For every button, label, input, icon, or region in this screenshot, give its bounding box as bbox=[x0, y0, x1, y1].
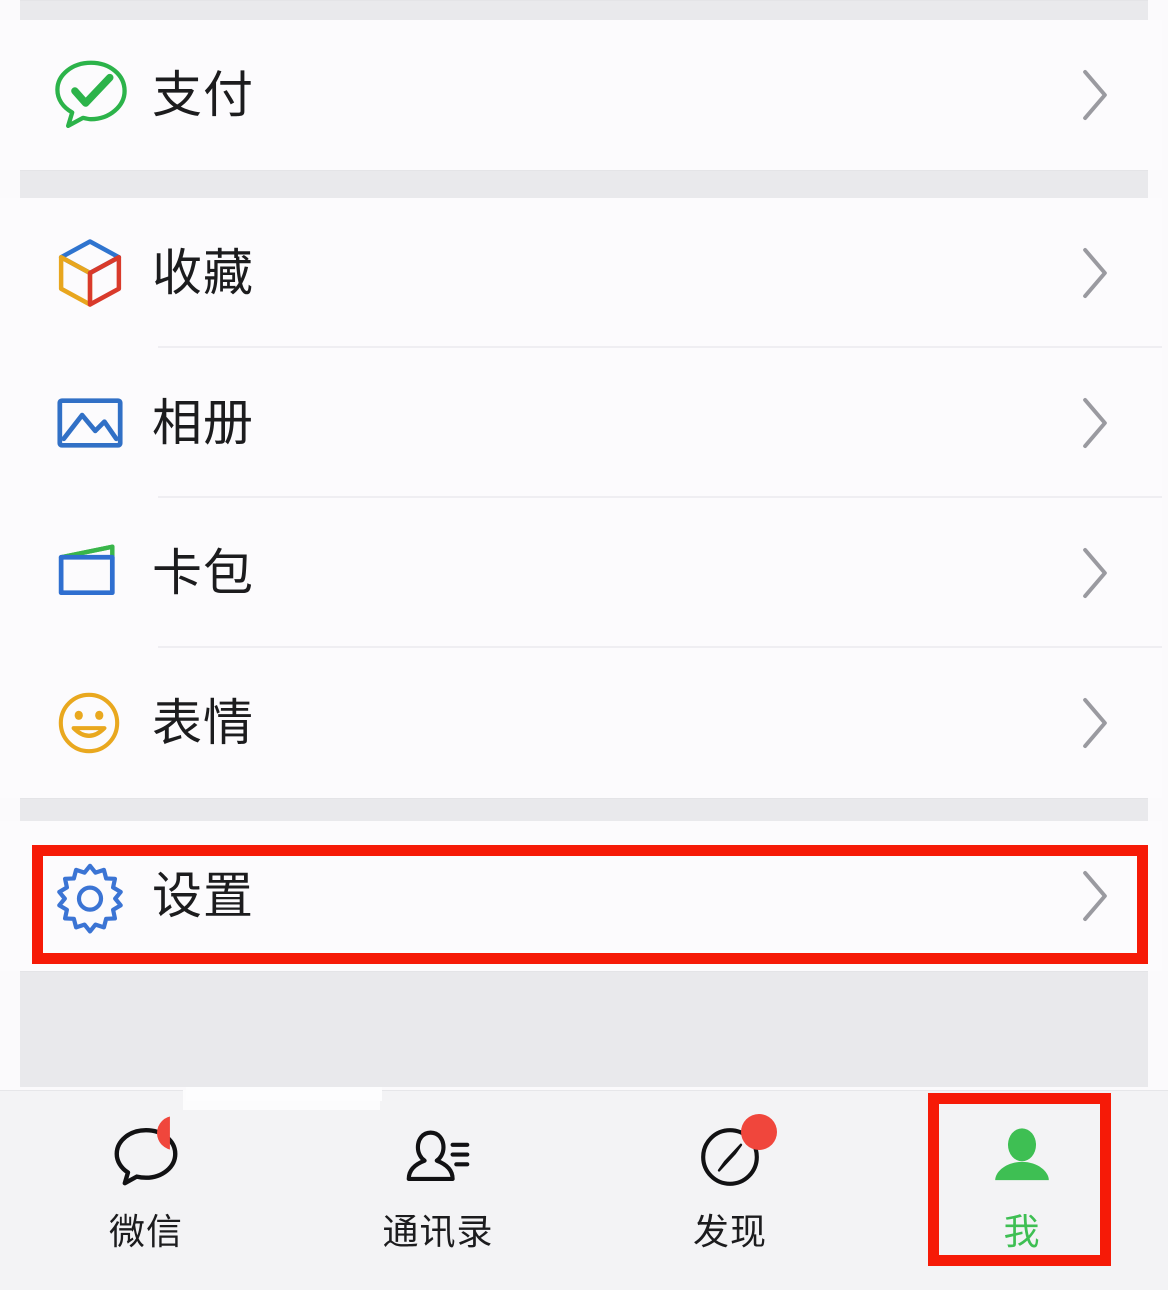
tab-label: 我 bbox=[1003, 1211, 1041, 1252]
tab-chats[interactable]: 微信 bbox=[0, 1091, 292, 1263]
chevron-right-icon bbox=[1050, 245, 1140, 301]
compass-icon bbox=[691, 1114, 777, 1200]
person-icon bbox=[983, 1114, 1061, 1200]
new-content-badge bbox=[741, 1114, 777, 1150]
chevron-right-icon bbox=[1050, 868, 1140, 924]
list-item-stickers[interactable]: 表情 bbox=[0, 648, 1168, 798]
contacts-icon bbox=[399, 1114, 477, 1200]
settings-section: 设置 bbox=[0, 821, 1168, 971]
screen-right-edge bbox=[1162, 0, 1168, 1090]
tab-label: 微信 bbox=[108, 1211, 183, 1252]
tab-label: 通讯录 bbox=[382, 1211, 494, 1252]
tab-label: 发现 bbox=[692, 1211, 767, 1252]
list-item-label: 收藏 bbox=[152, 245, 254, 301]
section-gap-services bbox=[20, 170, 1148, 198]
overlay-panel-artifact-2 bbox=[186, 1087, 382, 1101]
list-item-label: 卡包 bbox=[152, 545, 254, 601]
list-item-settings[interactable]: 设置 bbox=[0, 821, 1168, 971]
services-section: 收藏 相册 卡包 表情 bbox=[0, 198, 1168, 798]
list-item-label: 设置 bbox=[152, 868, 254, 924]
list-item-label: 相册 bbox=[152, 395, 254, 451]
favorites-cube-icon bbox=[48, 225, 152, 321]
section-gap-settings bbox=[20, 798, 1148, 821]
chat-bubble-icon bbox=[107, 1114, 185, 1200]
cards-wallet-icon bbox=[48, 525, 152, 621]
list-item-favorites[interactable]: 收藏 bbox=[0, 198, 1168, 348]
tab-discover[interactable]: 发现 bbox=[584, 1091, 876, 1263]
list-item-label: 表情 bbox=[152, 695, 254, 751]
tab-contacts[interactable]: 通讯录 bbox=[292, 1091, 584, 1263]
list-bottom-filler bbox=[20, 971, 1148, 1087]
pay-section: 支付 bbox=[0, 20, 1168, 170]
list-item-album[interactable]: 相册 bbox=[0, 348, 1168, 498]
settings-gear-icon bbox=[48, 848, 152, 944]
bottom-tab-bar: 微信 通讯录 发现 我 bbox=[0, 1090, 1168, 1290]
list-item-label: 支付 bbox=[152, 67, 254, 123]
wechat-me-screen: 支付 收藏 相册 卡包 表情 设置 微信 通讯录 发现 我 bbox=[0, 0, 1168, 1290]
chevron-right-icon bbox=[1050, 545, 1140, 601]
settings-list: 支付 收藏 相册 卡包 表情 设置 bbox=[0, 0, 1168, 1090]
chevron-right-icon bbox=[1050, 395, 1140, 451]
album-photo-icon bbox=[48, 375, 152, 471]
tab-me[interactable]: 我 bbox=[876, 1091, 1168, 1263]
pay-icon bbox=[48, 47, 152, 143]
list-item-cards[interactable]: 卡包 bbox=[0, 498, 1168, 648]
stickers-smiley-icon bbox=[48, 675, 152, 771]
list-item-pay[interactable]: 支付 bbox=[0, 20, 1168, 170]
chevron-right-icon bbox=[1050, 695, 1140, 751]
section-gap-top bbox=[20, 0, 1148, 20]
chevron-right-icon bbox=[1050, 67, 1140, 123]
